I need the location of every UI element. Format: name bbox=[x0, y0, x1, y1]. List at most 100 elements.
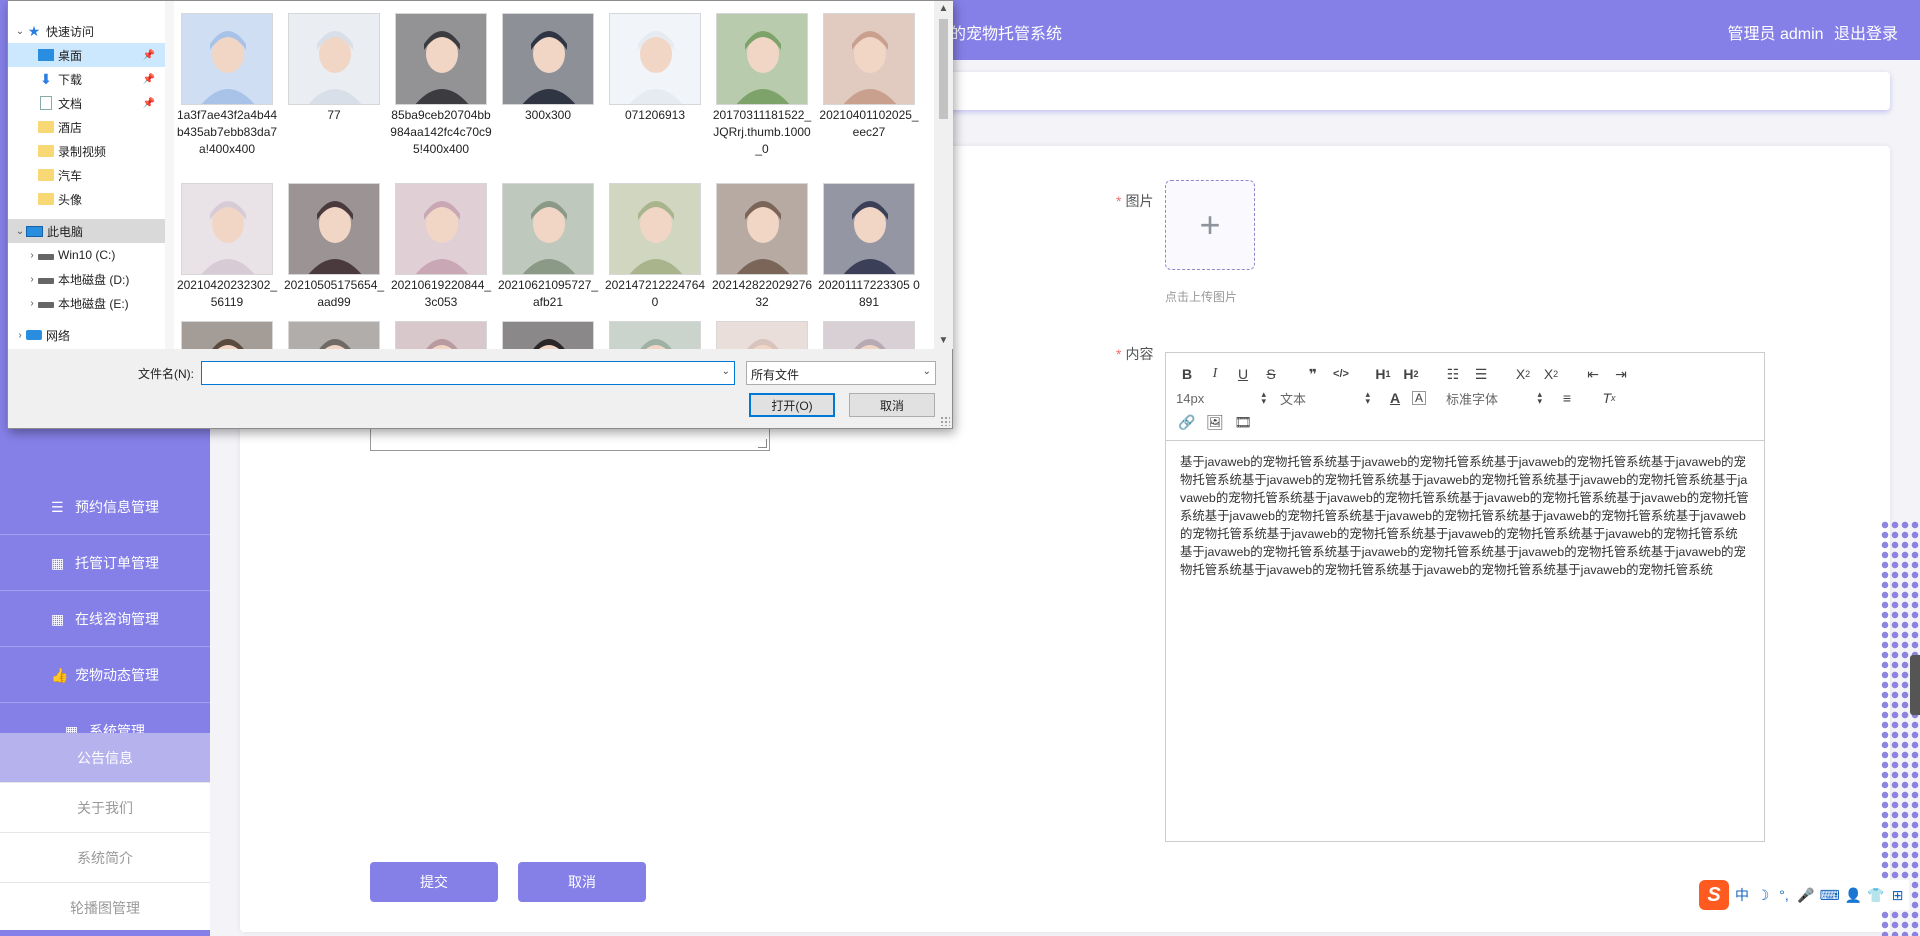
file-tile[interactable]: 20210420232302_56119 bbox=[174, 183, 280, 311]
text-type-select[interactable]: 文本 ▴ ▾ bbox=[1280, 389, 1370, 408]
file-tile[interactable]: 20201117223305 0891 bbox=[816, 183, 922, 311]
font-size-select[interactable]: 14px ▴ ▾ bbox=[1176, 390, 1266, 406]
chevron-icon[interactable]: › bbox=[26, 298, 38, 309]
file-tile[interactable]: 1a3f7ae43f2a4b44b435ab7ebb83da7a!400x400 bbox=[174, 13, 280, 158]
font-color-icon[interactable]: A bbox=[1384, 387, 1406, 409]
nav-item[interactable]: 桌面 📌 bbox=[8, 43, 165, 67]
editor-content[interactable]: 基于javaweb的宠物托管系统基于javaweb的宠物托管系统基于javawe… bbox=[1166, 441, 1764, 591]
rich-text-editor[interactable]: B I U S ❞ </> H1 H2 ☷ ☰ X2 X2 ⇤ ⇥ 14px ▴ ▾ bbox=[1165, 352, 1765, 842]
cancel-button[interactable]: 取消 bbox=[518, 862, 646, 902]
chinese-mode-icon[interactable]: 中 bbox=[1734, 885, 1750, 905]
submenu-about[interactable]: 关于我们 bbox=[0, 783, 210, 833]
scroll-up-icon[interactable]: ▲ bbox=[934, 3, 953, 14]
file-tile[interactable]: 300x300 bbox=[495, 13, 601, 124]
menu-item-appointment[interactable]: ☰ 预约信息管理 bbox=[0, 480, 210, 535]
user-icon[interactable]: 👤 bbox=[1845, 887, 1862, 904]
chevron-icon[interactable]: › bbox=[26, 250, 38, 261]
nav-item[interactable]: ⌄ 此电脑 bbox=[8, 219, 165, 243]
link-icon[interactable]: 🔗 bbox=[1176, 411, 1198, 433]
chevron-icon[interactable]: › bbox=[26, 274, 38, 285]
video-icon[interactable]: 🎞 bbox=[1232, 411, 1254, 433]
underline-icon[interactable]: U bbox=[1232, 363, 1254, 385]
code-icon[interactable]: </> bbox=[1330, 363, 1352, 385]
file-tile[interactable]: 20210401102025_eec27 bbox=[816, 13, 922, 141]
chevron-down-icon[interactable]: ⌄ bbox=[722, 366, 730, 377]
nav-item[interactable]: 汽车 bbox=[8, 163, 165, 187]
keyboard-icon[interactable]: ⌨ bbox=[1819, 887, 1839, 904]
file-tile[interactable]: 2021472122247640 bbox=[602, 183, 708, 311]
file-tile[interactable]: 20210505175654_aad99 bbox=[281, 183, 387, 311]
file-tile[interactable] bbox=[816, 321, 922, 349]
nav-item[interactable]: › 网络 bbox=[8, 323, 165, 347]
nav-item[interactable]: › 本地磁盘 (E:) bbox=[8, 291, 165, 315]
nav-item[interactable]: ⬇ 下载 📌 bbox=[8, 67, 165, 91]
scroll-thumb[interactable] bbox=[939, 19, 948, 119]
resize-grip[interactable] bbox=[940, 416, 950, 426]
dialog-cancel-button[interactable]: 取消 bbox=[849, 393, 935, 417]
ordered-list-icon[interactable]: ☷ bbox=[1442, 363, 1464, 385]
file-tile[interactable]: 85ba9ceb20704bb984aa142fc4c70c95!400x400 bbox=[388, 13, 494, 158]
file-tile[interactable]: 20170311181522_JQRrj.thumb.1000_0 bbox=[709, 13, 815, 158]
background-color-icon[interactable]: A bbox=[1412, 391, 1426, 405]
file-tile[interactable] bbox=[709, 321, 815, 349]
align-icon[interactable]: ≡ bbox=[1556, 387, 1578, 409]
filename-field[interactable]: ⌄ bbox=[201, 361, 735, 385]
outdent-icon[interactable]: ⇤ bbox=[1582, 363, 1604, 385]
filename-input[interactable] bbox=[206, 365, 706, 379]
nav-item[interactable]: › 本地磁盘 (D:) bbox=[8, 267, 165, 291]
file-tile[interactable] bbox=[495, 321, 601, 349]
clear-format-icon[interactable]: Tx bbox=[1598, 387, 1620, 409]
submenu-intro[interactable]: 系统简介 bbox=[0, 833, 210, 883]
chevron-icon[interactable]: ⌄ bbox=[14, 226, 26, 237]
image-icon[interactable]: 🖼 bbox=[1204, 411, 1226, 433]
apps-grid-icon[interactable]: ⊞ bbox=[1890, 887, 1906, 904]
chevron-icon[interactable]: ⌄ bbox=[14, 26, 26, 37]
microphone-icon[interactable]: 🎤 bbox=[1797, 887, 1814, 904]
file-tile[interactable]: 20210621095727_afb21 bbox=[495, 183, 601, 311]
file-tile[interactable] bbox=[281, 321, 387, 349]
scroll-down-icon[interactable]: ▼ bbox=[934, 335, 953, 346]
menu-item-consult[interactable]: ▦ 在线咨询管理 bbox=[0, 592, 210, 647]
file-tile[interactable] bbox=[602, 321, 708, 349]
superscript-icon[interactable]: X2 bbox=[1540, 363, 1562, 385]
menu-item-orders[interactable]: ▦ 托管订单管理 bbox=[0, 536, 210, 591]
menu-item-pet-news[interactable]: 👍 宠物动态管理 bbox=[0, 648, 210, 703]
nav-item[interactable]: › Win10 (C:) bbox=[8, 243, 165, 267]
sogou-logo-icon[interactable]: S bbox=[1699, 880, 1729, 910]
nav-item[interactable]: 头像 bbox=[8, 187, 165, 211]
bullet-list-icon[interactable]: ☰ bbox=[1470, 363, 1492, 385]
submenu-carousel[interactable]: 轮播图管理 bbox=[0, 883, 210, 933]
blockquote-icon[interactable]: ❞ bbox=[1302, 363, 1324, 385]
nav-item[interactable]: 文档 📌 bbox=[8, 91, 165, 115]
nav-item[interactable]: 录制视频 bbox=[8, 139, 165, 163]
file-tile[interactable]: 77 bbox=[281, 13, 387, 124]
file-list-scrollbar[interactable]: ▲ ▼ bbox=[934, 1, 953, 349]
heading1-icon[interactable]: H1 bbox=[1372, 363, 1394, 385]
indent-icon[interactable]: ⇥ bbox=[1610, 363, 1632, 385]
subscript-icon[interactable]: X2 bbox=[1512, 363, 1534, 385]
file-type-filter[interactable]: 所有文件 ⌄ bbox=[746, 361, 936, 385]
chevron-icon[interactable]: › bbox=[14, 330, 26, 341]
punctuation-icon[interactable]: °, bbox=[1776, 887, 1792, 903]
nav-item[interactable]: 酒店 bbox=[8, 115, 165, 139]
image-upload-button[interactable]: + bbox=[1165, 180, 1255, 270]
submenu-notice[interactable]: 公告信息 bbox=[0, 733, 210, 783]
italic-icon[interactable]: I bbox=[1204, 363, 1226, 385]
side-drawer-handle[interactable] bbox=[1910, 655, 1920, 715]
open-button[interactable]: 打开(O) bbox=[749, 393, 835, 417]
file-tile[interactable] bbox=[388, 321, 494, 349]
logout-link[interactable]: 退出登录 bbox=[1834, 26, 1898, 43]
submit-button[interactable]: 提交 bbox=[370, 862, 498, 902]
font-family-select[interactable]: 标准字体 ▴ ▾ bbox=[1446, 389, 1542, 408]
nav-item[interactable]: ⌄ ★ 快速访问 bbox=[8, 19, 165, 43]
file-tile[interactable]: 071206913 bbox=[602, 13, 708, 124]
file-tile[interactable] bbox=[174, 321, 280, 349]
heading2-icon[interactable]: H2 bbox=[1400, 363, 1422, 385]
bold-icon[interactable]: B bbox=[1176, 363, 1198, 385]
strikethrough-icon[interactable]: S bbox=[1260, 363, 1282, 385]
shirt-icon[interactable]: 👕 bbox=[1867, 887, 1884, 904]
nav-pane-scrollbar[interactable] bbox=[165, 1, 174, 349]
file-tile[interactable]: 20214282202927632 bbox=[709, 183, 815, 311]
file-tile[interactable]: 20210619220844_3c053 bbox=[388, 183, 494, 311]
moon-icon[interactable]: ☽ bbox=[1755, 887, 1771, 904]
